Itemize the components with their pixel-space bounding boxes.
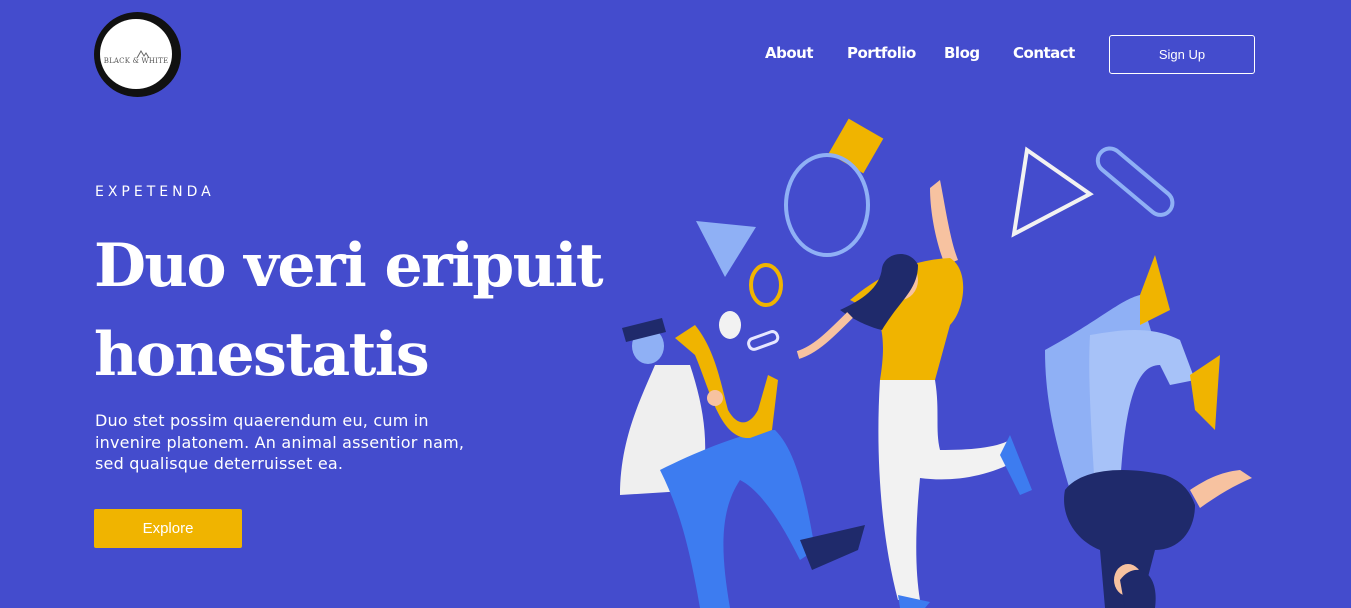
nav-link-portfolio[interactable]: Portfolio	[847, 44, 916, 62]
hero-eyebrow: EXPETENDA	[95, 184, 215, 200]
yellow-diamond-shape	[828, 118, 884, 174]
ring-shape	[784, 153, 870, 257]
small-ring-shape	[749, 263, 783, 307]
sign-up-button[interactable]: Sign Up	[1109, 35, 1255, 74]
hero-headline-line-1: Duo veri eripuit	[94, 231, 604, 301]
explore-button[interactable]: Explore	[94, 509, 242, 548]
dot-shape	[719, 311, 741, 339]
outline-triangle-shape	[1011, 146, 1094, 238]
nav-link-about[interactable]: About	[765, 44, 814, 62]
hero-headline-line-2: honestatis	[94, 320, 430, 390]
breakdancer-figure	[1045, 255, 1252, 608]
saxophone-player-figure	[620, 318, 865, 608]
nav-link-contact[interactable]: Contact	[1013, 44, 1075, 62]
hero-headline: Duo veri eripuit honestatis	[94, 222, 634, 400]
hero-description: Duo stet possim quaerendum eu, cum in in…	[95, 411, 465, 473]
triangle-shape	[696, 221, 756, 277]
small-pill-shape	[747, 330, 780, 351]
nav-link-blog[interactable]: Blog	[944, 44, 980, 62]
hero-illustration	[620, 118, 1252, 608]
pill-shape	[1095, 146, 1175, 217]
